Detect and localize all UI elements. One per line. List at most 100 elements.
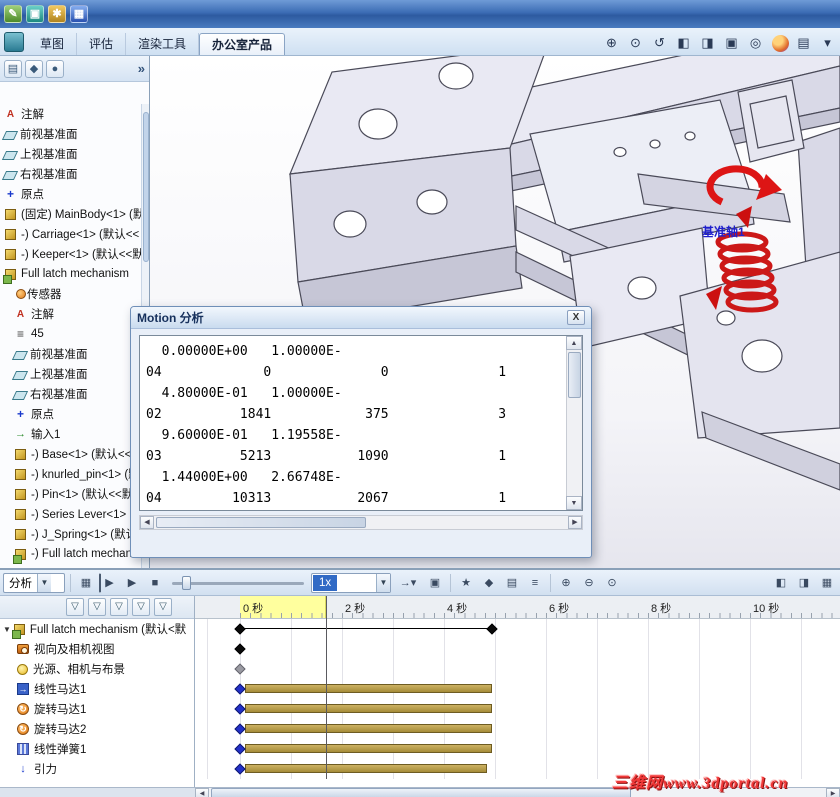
motion-analysis-dialog[interactable]: Motion 分析 X 0.00000E+00 1.00000E- 04 0 0… bbox=[130, 306, 592, 558]
expander-icon[interactable]: ▼ bbox=[3, 625, 11, 634]
cube-icon[interactable]: ▣ bbox=[26, 5, 44, 23]
tree-item[interactable]: -) Full latch mechani bbox=[0, 544, 141, 564]
pencil-icon[interactable]: ✎ bbox=[4, 5, 22, 23]
tree-item[interactable]: 前视基准面 bbox=[0, 344, 141, 364]
view-orientation-icon[interactable]: ◨ bbox=[697, 32, 718, 53]
keyframe-diamond[interactable] bbox=[234, 663, 246, 675]
wrench-icon[interactable]: ✱ bbox=[48, 5, 66, 23]
tree-item[interactable]: -) Carriage<1> (默认<< bbox=[0, 224, 141, 244]
tree-item[interactable]: -) Base<1> (默认<<默 bbox=[0, 444, 141, 464]
keyframe-diamond[interactable] bbox=[234, 763, 246, 775]
tree-item[interactable]: 前视基准面 bbox=[0, 124, 141, 144]
zoom-in-icon[interactable]: ⊕ bbox=[556, 573, 576, 593]
scroll-down-icon[interactable]: ▼ bbox=[566, 496, 582, 510]
playback-mode-icon[interactable]: →▾ bbox=[394, 573, 422, 593]
filter-animated-icon[interactable]: ▽ bbox=[88, 598, 106, 616]
previous-view-icon[interactable]: ↺ bbox=[649, 32, 670, 53]
study-type-combo[interactable]: 分析 ▼ bbox=[3, 572, 65, 593]
zoom-fit-icon[interactable]: ⊕ bbox=[601, 32, 622, 53]
timeline-row-label[interactable]: 光源、相机与布景 bbox=[0, 659, 194, 679]
zoom-area-icon[interactable]: ⊙ bbox=[625, 32, 646, 53]
timeline-row-label[interactable]: → 线性马达1 bbox=[0, 679, 194, 699]
tree-item[interactable]: → 输入1 bbox=[0, 424, 141, 444]
timeline-row-label[interactable]: 视向及相机视图 bbox=[0, 639, 194, 659]
panel-options-icon[interactable]: ▦ bbox=[817, 573, 837, 593]
keyframe-diamond[interactable] bbox=[234, 743, 246, 755]
tree-item[interactable]: (固定) MainBody<1> (默 bbox=[0, 204, 141, 224]
appearance-icon[interactable] bbox=[769, 32, 790, 53]
configurationmanager-tab-icon[interactable]: ● bbox=[46, 59, 64, 78]
dialog-title-bar[interactable]: Motion 分析 X bbox=[131, 307, 591, 329]
results-plots-icon[interactable]: ▤ bbox=[502, 573, 522, 593]
filter-results-icon[interactable]: ▽ bbox=[154, 598, 172, 616]
tree-item[interactable]: 传感器 bbox=[0, 284, 141, 304]
timeline-track[interactable] bbox=[195, 659, 840, 679]
tab-evaluate[interactable]: 评估 bbox=[77, 33, 127, 55]
save-animation-icon[interactable]: ▣ bbox=[425, 573, 445, 593]
hide-show-icon[interactable]: ◎ bbox=[745, 32, 766, 53]
current-time-line[interactable] bbox=[326, 596, 327, 779]
vertical-scroll-thumb[interactable] bbox=[568, 352, 581, 398]
timeline-chart[interactable]: 0 秒 2 秒 4 秒 6 秒 8 秒 10 秒 bbox=[195, 596, 840, 787]
tree-item[interactable]: -) knurled_pin<1> (默认 bbox=[0, 464, 141, 484]
tree-item[interactable]: A 注解 bbox=[0, 104, 141, 124]
scene-icon[interactable]: ▤ bbox=[793, 32, 814, 53]
tree-item[interactable]: 右视基准面 bbox=[0, 384, 141, 404]
scroll-right-icon[interactable]: ▶ bbox=[826, 788, 840, 797]
timeline-track[interactable] bbox=[195, 719, 840, 739]
timeline-row-label[interactable]: ↻ 旋转马达1 bbox=[0, 699, 194, 719]
tree-item[interactable]: Full latch mechanism bbox=[0, 264, 141, 284]
tree-item[interactable]: 上视基准面 bbox=[0, 144, 141, 164]
filter-all-icon[interactable]: ▽ bbox=[66, 598, 84, 616]
tree-item[interactable]: 右视基准面 bbox=[0, 164, 141, 184]
tree-item[interactable]: ≡ 45 bbox=[0, 324, 141, 344]
tab-render-tools[interactable]: 渲染工具 bbox=[126, 33, 200, 55]
time-ruler[interactable]: 0 秒 2 秒 4 秒 6 秒 8 秒 10 秒 bbox=[195, 596, 840, 619]
time-slider[interactable] bbox=[168, 573, 308, 593]
tab-sketch[interactable]: 草图 bbox=[28, 33, 78, 55]
key-properties-icon[interactable]: ◨ bbox=[794, 573, 814, 593]
dialog-horizontal-scrollbar[interactable]: ◀ ▶ bbox=[139, 515, 583, 530]
scroll-right-icon[interactable]: ▶ bbox=[568, 516, 582, 529]
motion-setup-icon[interactable]: ◆ bbox=[479, 573, 499, 593]
fit-icon[interactable]: ⊙ bbox=[602, 573, 622, 593]
animation-wizard-icon[interactable]: ★ bbox=[456, 573, 476, 593]
timeline-track[interactable] bbox=[195, 739, 840, 759]
timeline-track[interactable] bbox=[195, 639, 840, 659]
timeline-row-label[interactable]: ▼ Full latch mechanism (默认<默 bbox=[0, 619, 194, 639]
zoom-out-icon[interactable]: ⊖ bbox=[579, 573, 599, 593]
tree-item[interactable]: + 原点 bbox=[0, 184, 141, 204]
tab-office-products[interactable]: 办公室产品 bbox=[199, 33, 286, 55]
timeline-row-label[interactable]: ↓ 引力 bbox=[0, 759, 194, 779]
display-style-icon[interactable]: ▣ bbox=[721, 32, 742, 53]
assembly-tab-icon[interactable] bbox=[4, 32, 24, 52]
duration-bar[interactable] bbox=[245, 684, 492, 693]
timeline-track[interactable] bbox=[195, 679, 840, 699]
dialog-vertical-scrollbar[interactable]: ▲ ▼ bbox=[566, 336, 582, 510]
tree-item[interactable]: 上视基准面 bbox=[0, 364, 141, 384]
timeline-row-label[interactable]: 线性弹簧1 bbox=[0, 739, 194, 759]
tree-item[interactable]: -) Pin<1> (默认<<默认> bbox=[0, 484, 141, 504]
tree-item[interactable]: -) Keeper<1> (默认<<默 bbox=[0, 244, 141, 264]
duration-bar[interactable] bbox=[245, 724, 492, 733]
collapse-panel-icon[interactable]: ◧ bbox=[771, 573, 791, 593]
duration-bar[interactable] bbox=[245, 744, 492, 753]
duration-bar[interactable] bbox=[245, 764, 487, 773]
tree-item[interactable]: -) J_Spring<1> (默认< bbox=[0, 524, 141, 544]
keyframe-diamond[interactable] bbox=[234, 623, 246, 635]
section-view-icon[interactable]: ◧ bbox=[673, 32, 694, 53]
grid-icon[interactable]: ▦ bbox=[70, 5, 88, 23]
duration-bar[interactable] bbox=[245, 704, 492, 713]
panel-overflow-chevron-icon[interactable]: » bbox=[138, 61, 145, 76]
tree-scrollbar-thumb[interactable] bbox=[143, 112, 149, 262]
play-from-start-icon[interactable]: ▶ bbox=[99, 572, 119, 593]
filter-driving-icon[interactable]: ▽ bbox=[110, 598, 128, 616]
keyframe-diamond[interactable] bbox=[234, 683, 246, 695]
scroll-left-icon[interactable]: ◀ bbox=[195, 788, 209, 797]
keyframe-diamond[interactable] bbox=[234, 723, 246, 735]
horizontal-scroll-thumb[interactable] bbox=[156, 517, 366, 528]
propertymanager-tab-icon[interactable]: ◆ bbox=[25, 59, 43, 78]
tree-item[interactable]: + 原点 bbox=[0, 404, 141, 424]
settings-icon[interactable]: ▾ bbox=[817, 32, 838, 53]
playback-speed-combo[interactable]: 1x ▼ bbox=[311, 572, 391, 593]
